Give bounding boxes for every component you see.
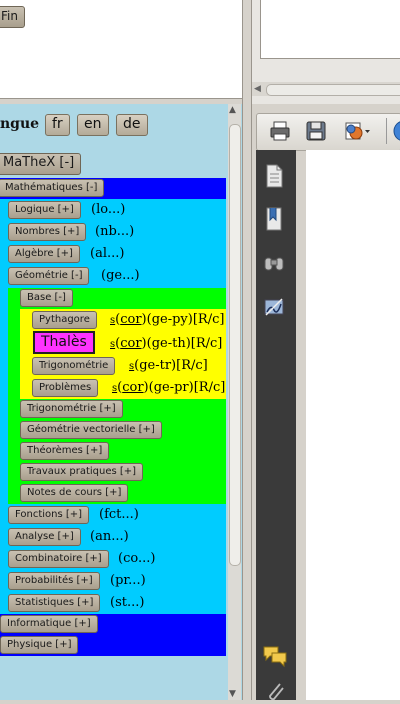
informatique-button[interactable]: Informatique [+] [0, 615, 98, 633]
statistiques-button[interactable]: Statistiques [+] [8, 594, 101, 612]
lang-en-button[interactable]: en [77, 114, 109, 136]
binoculars-icon[interactable] [262, 250, 286, 280]
document-page [306, 150, 400, 700]
thales-button[interactable]: Thalès [33, 331, 95, 354]
fonctions-code[interactable]: (fct...) [99, 507, 139, 522]
vertical-splitter[interactable] [242, 0, 252, 700]
geometrie-code[interactable]: (ge...) [101, 268, 140, 283]
analyse-button[interactable]: Analyse [+] [8, 528, 81, 546]
trigonometrie-code[interactable]: (ge-tr)[R/c] [134, 358, 208, 373]
thales-links: s(cor)(ge-th)[R/c] [110, 336, 222, 351]
problemes-code[interactable]: (ge-pr)[R/c] [149, 380, 226, 395]
top-left-pane [0, 0, 242, 98]
probabilites-code[interactable]: (pr...) [110, 573, 146, 588]
pythagore-code[interactable]: (ge-py)[R/c] [147, 312, 225, 327]
fonctions-button[interactable]: Fonctions [+] [8, 506, 90, 524]
panel-scroll-up-arrow[interactable]: ▲ [229, 104, 236, 116]
problemes-links: s(cor)(ge-pr)[R/c] [112, 380, 225, 395]
geometrie-vectorielle-button[interactable]: Géométrie vectorielle [+] [20, 421, 162, 439]
share-icon[interactable] [342, 119, 372, 147]
fin-button[interactable]: Fin [0, 6, 25, 28]
pythagore-button[interactable]: Pythagore [32, 311, 97, 329]
comment-icon[interactable] [262, 644, 288, 672]
lang-fr-button[interactable]: fr [45, 114, 70, 136]
notes-de-cours-button[interactable]: Notes de cours [+] [20, 484, 129, 502]
combinatoire-button[interactable]: Combinatoire [+] [8, 550, 109, 568]
print-icon[interactable] [268, 119, 292, 147]
logique-button[interactable]: Logique [+] [8, 201, 81, 219]
thales-cor-link[interactable]: cor [120, 336, 141, 351]
nombres-code[interactable]: (nb...) [95, 224, 134, 239]
panel-scroll-thumb[interactable] [229, 124, 241, 566]
pythagore-cor-link[interactable]: cor [120, 312, 141, 327]
probabilites-button[interactable]: Probabilités [+] [8, 572, 100, 590]
language-label: ngue [0, 116, 40, 132]
page-icon[interactable] [262, 163, 286, 193]
scroll-thumb[interactable] [266, 84, 400, 96]
algebre-code[interactable]: (al...) [90, 246, 124, 261]
geometrie-button[interactable]: Géométrie [-] [8, 267, 90, 285]
nombres-button[interactable]: Nombres [+] [8, 223, 87, 241]
toolbar-separator [386, 118, 387, 144]
panel-scroll-down-arrow[interactable]: ▼ [229, 688, 236, 700]
thales-code[interactable]: (ge-th)[R/c] [147, 336, 223, 351]
physique-button[interactable]: Physique [+] [0, 636, 79, 654]
combinatoire-code[interactable]: (co...) [118, 551, 155, 566]
signature-icon[interactable] [262, 294, 286, 324]
scroll-left-arrow[interactable]: ◀ [254, 84, 261, 94]
trigonometrie-links: s(ge-tr)[R/c] [129, 358, 208, 373]
save-icon[interactable] [304, 119, 328, 147]
trigonometrie-button[interactable]: Trigonométrie [+] [20, 400, 123, 418]
base-button[interactable]: Base [-] [20, 289, 73, 307]
mathematiques-button[interactable]: Mathématiques [-] [0, 179, 105, 197]
mathex-button[interactable]: MaTheX [-] [0, 153, 82, 175]
travaux-pratiques-button[interactable]: Travaux pratiques [+] [20, 463, 144, 481]
trigonometrie-item-button[interactable]: Trigonométrie [32, 357, 116, 375]
top-right-content [260, 0, 400, 59]
pythagore-links: s(cor)(ge-py)[R/c] [110, 312, 224, 327]
problemes-cor-link[interactable]: cor [122, 380, 143, 395]
algebre-button[interactable]: Algèbre [+] [8, 245, 80, 263]
attachment-icon[interactable] [264, 682, 286, 704]
globe-icon[interactable] [392, 119, 400, 147]
statistiques-code[interactable]: (st...) [110, 595, 144, 610]
logique-code[interactable]: (lo...) [91, 202, 125, 217]
theoremes-button[interactable]: Théorèmes [+] [20, 442, 110, 460]
problemes-button[interactable]: Problèmes [32, 379, 99, 397]
bookmark-icon[interactable] [262, 206, 286, 236]
analyse-code[interactable]: (an...) [90, 529, 129, 544]
lang-de-button[interactable]: de [116, 114, 148, 136]
